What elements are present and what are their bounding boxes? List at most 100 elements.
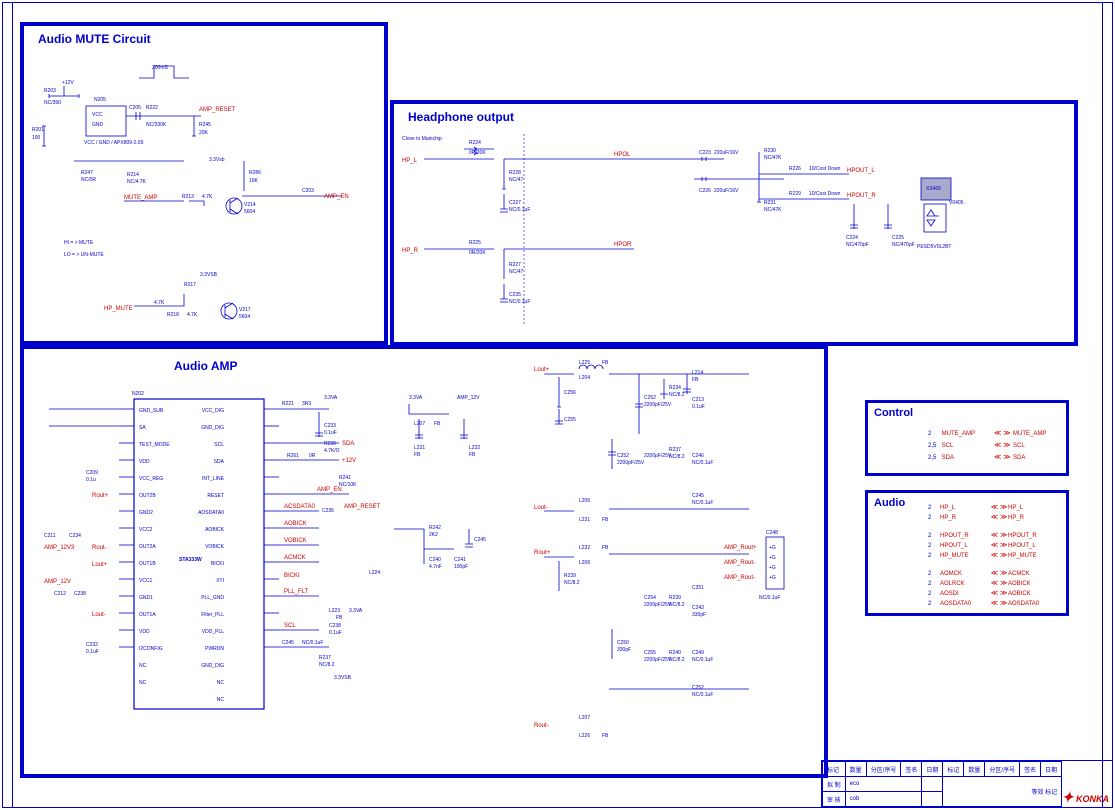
svg-text:0.1uF: 0.1uF: [329, 630, 342, 636]
svg-text:0R: 0R: [309, 453, 316, 459]
svg-text:4.7nF: 4.7nF: [429, 564, 442, 570]
c238: C238: [74, 591, 86, 597]
block-amp: Audio AMP STA333W N202 GND_SUB SA TEST_M…: [20, 345, 828, 778]
net-amp12v3: AMP_12V3: [44, 545, 75, 551]
net-12v: +12V: [62, 80, 74, 86]
r226: R226: [789, 166, 801, 172]
svg-text:NC/8.2: NC/8.2: [564, 580, 580, 586]
r230: R230: [764, 148, 776, 154]
svg-text:NC/470pF: NC/470pF: [846, 242, 869, 248]
svg-text:10/Cost Down: 10/Cost Down: [809, 166, 841, 172]
c223: C223: [699, 150, 711, 156]
block-headphone-title: Headphone output: [408, 110, 514, 124]
svg-text:VOBICK: VOBICK: [205, 544, 225, 550]
svg-text:VOBICK: VOBICK: [284, 538, 307, 544]
svg-text:100pF: 100pF: [454, 564, 468, 570]
c247: C246: [692, 453, 704, 459]
svg-text:C245: C245: [692, 493, 704, 499]
xs405-label: XS405: [926, 186, 941, 192]
net-loutm: Lout-: [92, 612, 106, 618]
svg-text:R240: R240: [669, 650, 681, 656]
r239b: C245: [282, 640, 294, 646]
svg-text:+G: +G: [769, 545, 776, 551]
svg-text:PWRDN: PWRDN: [205, 646, 224, 652]
net-pllflt: AMP_RESET: [344, 504, 381, 510]
r261: R261: [287, 453, 299, 459]
svg-text:10/Cost Down: 10/Cost Down: [809, 191, 841, 197]
svg-text:Rout+: Rout+: [534, 550, 551, 556]
svg-text:220uF/16V: 220uF/16V: [714, 188, 739, 194]
svg-text:PLL_FLT: PLL_FLT: [284, 589, 309, 595]
net-hpoutr: HPOUT_R: [847, 193, 876, 199]
svg-text:C251: C251: [692, 585, 704, 591]
net-amp-en2: SCL: [284, 623, 296, 629]
ic-pins-left: GND_SUB SA TEST_MODE VDD VCC_REG OUT2B G…: [119, 408, 170, 686]
block-amp-title: Audio AMP: [174, 359, 238, 373]
legend-audio: Audio 2HP_L≪ ≫HP_L 2HP_R≪ ≫HP_R 2HPOUT_R…: [865, 490, 1069, 616]
svg-text:4.7K: 4.7K: [154, 300, 165, 306]
svg-text:C255: C255: [564, 417, 576, 423]
legend-control-title: Control: [874, 407, 913, 419]
svg-text:NC/0.1uF: NC/0.1uF: [692, 692, 713, 698]
svg-text:5604: 5604: [244, 209, 255, 215]
svg-text:GND: GND: [92, 122, 104, 128]
svg-text:2200pF/25V: 2200pF/25V: [644, 602, 672, 608]
svg-text:L232: L232: [579, 545, 590, 551]
svg-text:NC/47: NC/47: [509, 177, 523, 183]
r227: R227: [509, 262, 521, 268]
r217: R217: [184, 282, 196, 288]
svg-text:R239: R239: [669, 595, 681, 601]
svg-text:PLL_GND: PLL_GND: [201, 595, 224, 601]
net-amproutm: AMP_Rout-: [724, 560, 755, 566]
svg-text:OUT2B: OUT2B: [139, 493, 156, 499]
svg-text:2200pF/25V: 2200pF/25V: [644, 657, 672, 663]
c232: C232: [86, 642, 98, 648]
block-mute: Audio MUTE Circuit 200mS +12V R203 NC/39…: [20, 22, 388, 345]
svg-text:2200pF/25V: 2200pF/25V: [644, 453, 672, 459]
svg-text:GND_DIG: GND_DIG: [201, 663, 224, 669]
net-routm: Rout-: [92, 545, 107, 551]
c226: C226: [699, 188, 711, 194]
r286: R286: [249, 170, 261, 176]
svg-text:VCC: VCC: [92, 112, 103, 118]
r222: R222: [146, 105, 158, 111]
note-lo: LO = > UN-MUTE: [64, 252, 104, 258]
svg-text:0.1uF: 0.1uF: [86, 649, 99, 655]
c211: C211: [44, 533, 56, 539]
svg-text:XTI: XTI: [216, 578, 224, 584]
c248: C243: [692, 605, 704, 611]
svg-text:SCL: SCL: [214, 442, 224, 448]
svg-text:3.3VSB: 3.3VSB: [334, 675, 352, 681]
svg-text:3.3Vsb: 3.3Vsb: [209, 157, 225, 163]
svg-text:3.3VSB: 3.3VSB: [200, 272, 218, 278]
svg-text:AOBICK: AOBICK: [205, 527, 225, 533]
svg-text:NC/10K: NC/10K: [339, 482, 357, 488]
svg-text:5604: 5604: [239, 314, 250, 320]
c234: C234: [69, 533, 81, 539]
c250: C250: [617, 640, 629, 646]
svg-text:VCC2: VCC2: [139, 527, 153, 533]
net-sda: +12V: [342, 458, 356, 464]
c243: C252: [617, 453, 629, 459]
svg-text:L205: L205: [579, 498, 590, 504]
svg-text:FB: FB: [414, 452, 421, 458]
svg-text:4.7K: 4.7K: [202, 194, 213, 200]
svg-text:VCC / GND / APX809-2.65: VCC / GND / APX809-2.65: [84, 140, 144, 146]
svg-text:I2CONFIG: I2CONFIG: [139, 646, 163, 652]
svg-text:FB: FB: [602, 360, 609, 366]
svg-text:L204: L204: [579, 375, 590, 381]
svg-text:NC/0.1uF: NC/0.1uF: [692, 657, 713, 663]
net-loutp: Lout+: [92, 562, 108, 568]
svg-text:VDD_PLL: VDD_PLL: [202, 629, 224, 635]
c240: C240: [429, 557, 441, 563]
c203: C203: [302, 188, 314, 194]
svg-text:Rout-: Rout-: [534, 723, 549, 729]
svg-text:L225: L225: [579, 360, 590, 366]
r221: R221: [282, 401, 294, 407]
svg-text:C255: C255: [644, 650, 656, 656]
r220: R220: [324, 441, 336, 447]
r241: R241: [339, 475, 351, 481]
svg-text:FB: FB: [602, 517, 609, 523]
svg-text:OUT1A: OUT1A: [139, 612, 156, 618]
c238-b: C238: [329, 623, 341, 629]
